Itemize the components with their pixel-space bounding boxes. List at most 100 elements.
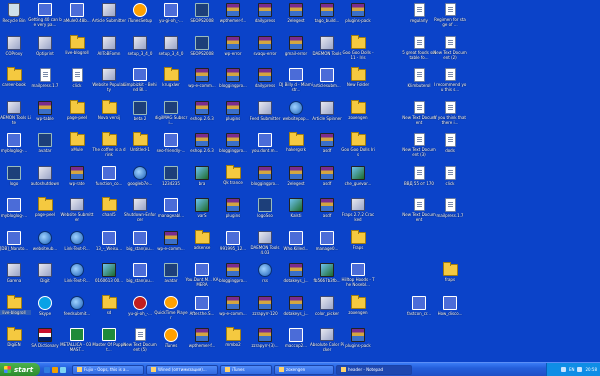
desktop-icon-dailypress[interactable]: dailypress bbox=[251, 66, 279, 92]
desktop-icon-i-recommend-you-this-s[interactable]: I recommend you this s... bbox=[434, 66, 466, 92]
desktop-icon-big-stan-ou[interactable]: big_stan(ou... bbox=[126, 229, 154, 255]
desktop-icon-seops2008[interactable]: SEOPS2008 bbox=[188, 1, 216, 27]
desktop-icon-bloggingpro[interactable]: bloggingpro... bbox=[219, 66, 247, 92]
desktop-icon-fb5667b3fb[interactable]: fb5667b3fb... bbox=[313, 261, 341, 287]
desktop-icon-sa-dictionary[interactable]: SA Dictionary bbox=[31, 326, 59, 352]
desktop-icon-dods[interactable]: dods bbox=[436, 131, 464, 157]
desktop-icon-fastcon-cr[interactable]: fastcon_cr... bbox=[405, 294, 433, 320]
desktop-icon-bloggingpro[interactable]: bloggingpro... bbox=[219, 261, 247, 287]
desktop-icon-zoxengen[interactable]: zoxengen bbox=[344, 294, 372, 320]
desktop-icon-zzrapyrr-120[interactable]: zzrapyrr-120 bbox=[251, 294, 279, 320]
desktop-icon-logosso[interactable]: logoSso bbox=[251, 196, 279, 222]
desktop-icon-hilltop-hoods-the-nosebl[interactable]: Hilltop Hoods - The Nosebl... bbox=[341, 261, 375, 287]
desktop-icon-who-killed[interactable]: Who.Killed... bbox=[282, 229, 310, 255]
desktop-icon-digiimag-subscri[interactable]: digiIMAG Subscri... bbox=[155, 99, 187, 125]
desktop-icon-hakergsrk[interactable]: hakergsrk bbox=[282, 131, 310, 157]
desktop-icon-live-blogroll[interactable]: live-blogroll bbox=[0, 294, 31, 320]
browser-icon[interactable] bbox=[44, 366, 50, 373]
desktop-icon-rss[interactable]: rss bbox=[251, 261, 279, 287]
desktop-icon-5-great-foods-suitable-fo[interactable]: 5 great foods suitable fo... bbox=[402, 34, 436, 60]
desktop-icon-eshop-2-6-3[interactable]: eshop.2.6.3 bbox=[188, 131, 216, 157]
desktop-icon-you-dont-m[interactable]: you.dont.m... bbox=[251, 131, 279, 157]
desktop-icon-yu-gi-oh[interactable]: yu-gi-oh_-... bbox=[157, 1, 185, 27]
desktop-icon-sd[interactable]: sd bbox=[95, 294, 123, 320]
desktop-icon-asdf[interactable]: asdf bbox=[313, 164, 341, 190]
desktop-icon-live-blogroll[interactable]: live-blogroll bbox=[63, 34, 91, 60]
desktop-icon-autoshutdown[interactable]: autoshutdown bbox=[31, 164, 59, 190]
desktop-icon-vars[interactable]: varS bbox=[188, 196, 216, 222]
desktop-icon-coproxy[interactable]: COProxy bbox=[0, 34, 28, 60]
desktop-icon-tago-build[interactable]: tago_build... bbox=[313, 1, 341, 27]
desktop-icon-manageabl[interactable]: manageabl... bbox=[157, 196, 185, 222]
desktop-icon-new-text-document-5[interactable]: New Text Document (5) bbox=[123, 326, 157, 352]
desktop-icon-itunessetup[interactable]: iTunesSetup bbox=[126, 1, 154, 27]
desktop-icon-0160613-00[interactable]: 0160613 00... bbox=[95, 261, 123, 287]
desktop-icon-avatar[interactable]: avatar bbox=[157, 261, 185, 287]
language-indicator[interactable]: EN bbox=[569, 367, 575, 372]
show-desktop-icon[interactable] bbox=[60, 366, 66, 373]
desktop-icon-zzrapyrr-3[interactable]: zzrapyrr-(3)... bbox=[251, 326, 279, 352]
desktop-icon-mailpress-1-7[interactable]: mailpress.1.7 bbox=[31, 66, 59, 92]
desktop-icon-metallica-03-mast[interactable]: METALLICA - 03 - MAST... bbox=[60, 326, 94, 352]
desktop-icon-master-of-puppet[interactable]: Master Of Puppet... bbox=[92, 326, 126, 352]
desktop-icon-wp-e-comm[interactable]: wp-e-comm... bbox=[157, 229, 185, 255]
desktop-icon-adsense[interactable]: adsense bbox=[188, 229, 216, 255]
desktop-icon-fraps[interactable]: fraps bbox=[436, 261, 464, 287]
desktop-icon-13-weisu[interactable]: 13_-_Weisu... bbox=[95, 229, 123, 255]
desktop-icon-digien[interactable]: DigiEN bbox=[0, 326, 28, 352]
taskbar-button[interactable]: iTunes bbox=[220, 364, 272, 375]
desktop-icon-setup-3-4-0[interactable]: setup_3_4_0 bbox=[126, 34, 154, 60]
desktop-icon-feedsubmit[interactable]: feedsubmit... bbox=[63, 294, 91, 320]
desktop-icon-wp-rate[interactable]: wp-rate bbox=[63, 164, 91, 190]
desktop-icon-recycle-bin[interactable]: Recycle Bin bbox=[0, 1, 28, 27]
desktop-icon-mailpress-1-7[interactable]: mailpress.1.7 bbox=[436, 196, 464, 222]
desktop-icon-if-you-think-that-there-i[interactable]: If you think that there i... bbox=[434, 99, 466, 125]
desktop-icon-991995-12[interactable]: 991995_12... bbox=[219, 229, 247, 255]
desktop-icon-che-guevar[interactable]: che_guevar... bbox=[344, 164, 372, 190]
desktop-icon-1234235[interactable]: 1234235 bbox=[157, 164, 185, 190]
desktop-icon-fraps-2-7-2-cracked[interactable]: Fraps 2.7.2 Cracked bbox=[342, 196, 374, 222]
taskbar-button[interactable]: zoxengen bbox=[274, 364, 334, 375]
desktop-icon-maccop2[interactable]: maccop2... bbox=[282, 326, 310, 352]
taskbar-button[interactable]: Fujix - Oops, this is a... bbox=[72, 364, 144, 375]
desktop-icon-nova-versij[interactable]: Nova versij bbox=[95, 99, 123, 125]
desktop-icon-mybloglog[interactable]: mybloglog-... bbox=[0, 196, 28, 222]
desktop-icon-new-text-document-2[interactable]: New Text Document (2) bbox=[433, 34, 467, 60]
desktop-icon-website-submitter[interactable]: Website Submitter bbox=[61, 196, 93, 222]
desktop-icon-quicktime-player[interactable]: QuickTime Player bbox=[154, 294, 188, 320]
desktop-icon-limpbizkit-behind-bl[interactable]: Limpbizkit - Behind Bl... bbox=[123, 66, 157, 92]
media-player-icon[interactable] bbox=[52, 366, 58, 373]
desktop-icon-plugins[interactable]: plugins bbox=[219, 99, 247, 125]
desktop-icon-big-stan-ou[interactable]: big_stan(ou... bbox=[126, 261, 154, 287]
desktop-icon-link-text-r[interactable]: Link-Text-R... bbox=[63, 229, 91, 255]
desktop-icon-daemon-tools-lite[interactable]: DAEMON Tools Lite bbox=[0, 99, 31, 125]
desktop-icon-plugins-pack[interactable]: plugins-pack bbox=[344, 326, 372, 352]
desktop-icon-click[interactable]: click bbox=[63, 66, 91, 92]
desktop-icon-dotakeys-j[interactable]: dotakeys_j... bbox=[282, 294, 310, 320]
desktop-icon-color-picker[interactable]: color_picker bbox=[313, 294, 341, 320]
desktop-icon-you-dont-m-kamera[interactable]: You.Dont.M... KAMERA bbox=[186, 261, 218, 287]
desktop-icon-xmule[interactable]: xMule bbox=[63, 131, 91, 157]
desktop-icon-article-spinner[interactable]: Article Spinner bbox=[312, 99, 342, 125]
desktop-icon-page-peel[interactable]: page-peel bbox=[31, 196, 59, 222]
desktop-icon-article-submitter[interactable]: Article Submitter bbox=[92, 1, 126, 27]
desktop-icon-alltobfomn[interactable]: AllToBFomn bbox=[95, 34, 123, 60]
desktop-icon-wpthemer-f[interactable]: wpthemer-f... bbox=[219, 1, 247, 27]
desktop-icon-new-text-document-3[interactable]: New Text Document (3) bbox=[402, 131, 436, 157]
desktop-icon-plugins[interactable]: plugins bbox=[219, 196, 247, 222]
desktop-icon-websiteub[interactable]: websiteub... bbox=[31, 229, 59, 255]
desktop-icon-untitled-1[interactable]: Untitled-1 bbox=[126, 131, 154, 157]
desktop-icon-fraps[interactable]: Fraps bbox=[344, 229, 372, 255]
desktop-icon-googleb7e[interactable]: googleb7e... bbox=[126, 164, 154, 190]
network-icon[interactable] bbox=[560, 367, 566, 372]
desktop-icon-logo[interactable]: logo bbox=[0, 164, 28, 190]
desktop-icon-garena[interactable]: Garena bbox=[0, 261, 28, 287]
desktop-icon-getting-40-can-be-very-pa[interactable]: Getting 40 can be very pa... bbox=[28, 1, 62, 27]
desktop-icon-career-book[interactable]: career-book bbox=[0, 66, 28, 92]
desktop-icon-digit[interactable]: Digit bbox=[31, 261, 59, 287]
desktop-icon-mybloglog[interactable]: mybloglog-... bbox=[0, 131, 28, 157]
desktop-icon-daemon-tools[interactable]: DAEMON Tools bbox=[313, 34, 342, 60]
desktop-icon-wp-error[interactable]: wp-error bbox=[219, 34, 247, 60]
desktop-icon-kalsti[interactable]: Kalsti bbox=[282, 196, 310, 222]
start-button[interactable]: start bbox=[0, 363, 40, 376]
